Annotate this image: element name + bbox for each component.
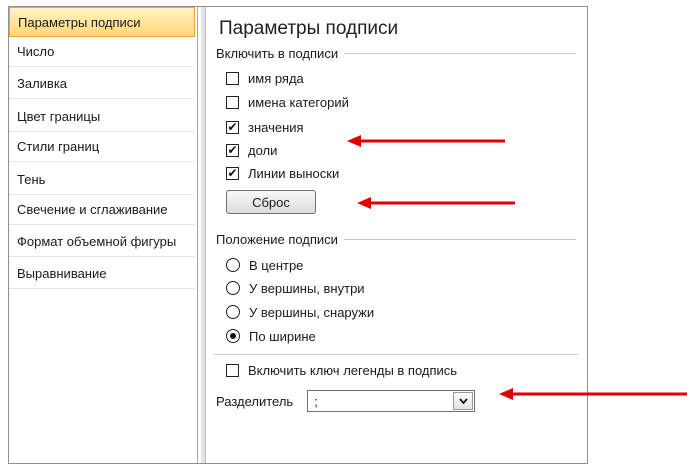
section-divider	[214, 354, 578, 355]
nav-item-shadow[interactable]: Тень	[9, 165, 195, 195]
radio-inside-end[interactable]: У вершины, внутри	[226, 279, 365, 297]
nav-item-3d-format[interactable]: Формат объемной фигуры	[9, 227, 195, 257]
nav-item-label: Выравнивание	[17, 266, 107, 281]
checkbox-legend-key[interactable]: Включить ключ легенды в подпись	[226, 361, 457, 379]
nav-item-number[interactable]: Число	[9, 37, 195, 67]
nav-item-label-options[interactable]: Параметры подписи	[9, 7, 195, 37]
checkbox-label: доли	[248, 142, 278, 158]
nav-item-label: Число	[17, 44, 55, 59]
annotation-arrow-icon	[347, 135, 505, 147]
checkbox-label: имена категорий	[248, 94, 349, 110]
checkbox-series-name[interactable]: имя ряда	[226, 69, 304, 87]
separator-select[interactable]: ;	[307, 390, 476, 412]
separator-label: Разделитель	[216, 393, 294, 409]
annotation-arrow-icon	[499, 388, 687, 400]
checkbox-leader-lines[interactable]: ✔ Линии выноски	[226, 164, 339, 182]
checkbox-label: Линии выноски	[248, 165, 340, 181]
reset-button-label: Сброс	[252, 194, 290, 210]
radio-circle[interactable]	[226, 305, 240, 319]
checkbox-box[interactable]	[226, 363, 239, 377]
nav-item-label: Параметры подписи	[18, 14, 141, 30]
panel-title: Параметры подписи	[219, 18, 399, 39]
radio-label: В центре	[249, 257, 304, 273]
annotation-arrow-icon	[357, 197, 515, 209]
nav-item-alignment[interactable]: Выравнивание	[9, 259, 195, 289]
radio-label: По ширине	[249, 328, 316, 344]
group-divider	[343, 238, 576, 240]
nav-item-label: Стили границ	[17, 139, 100, 154]
separator-value: ;	[314, 393, 318, 409]
radio-outside-end[interactable]: У вершины, снаружи	[226, 303, 374, 321]
checkbox-label: значения	[248, 119, 304, 135]
checkbox-percentage[interactable]: ✔ доли	[226, 141, 277, 159]
checkbox-label: Включить ключ легенды в подпись	[248, 362, 458, 378]
checkbox-box[interactable]: ✔	[226, 120, 239, 134]
checkbox-label: имя ряда	[248, 70, 304, 86]
category-nav: Параметры подписи Число Заливка Цвет гра…	[9, 7, 198, 463]
include-group-label: Включить в подписи	[216, 45, 339, 61]
radio-circle[interactable]	[226, 281, 240, 295]
separator-row: Разделитель ;	[216, 390, 476, 412]
nav-item-border-color[interactable]: Цвет границы	[9, 102, 195, 132]
nav-item-label: Свечение и сглаживание	[17, 202, 168, 217]
radio-circle[interactable]	[226, 258, 240, 272]
radio-label: У вершины, внутри	[249, 280, 365, 296]
nav-item-label: Тень	[17, 172, 46, 187]
radio-best-fit[interactable]: По ширине	[226, 327, 316, 345]
radio-label: У вершины, снаружи	[249, 304, 375, 320]
checkbox-values[interactable]: ✔ значения	[226, 118, 304, 136]
checkbox-box[interactable]	[226, 95, 239, 109]
checkbox-box[interactable]: ✔	[226, 143, 239, 157]
include-group-header: Включить в подписи	[216, 45, 576, 61]
radio-selected-dot	[230, 333, 236, 339]
checkbox-box[interactable]: ✔	[226, 166, 239, 180]
reset-button[interactable]: Сброс	[226, 190, 316, 214]
position-group-label: Положение подписи	[216, 231, 338, 247]
group-divider	[344, 52, 576, 54]
nav-item-border-styles[interactable]: Стили границ	[9, 132, 195, 162]
nav-item-label: Формат объемной фигуры	[17, 234, 177, 249]
checkbox-category-names[interactable]: имена категорий	[226, 93, 349, 111]
chevron-down-icon[interactable]	[453, 392, 474, 410]
nav-item-fill[interactable]: Заливка	[9, 69, 195, 99]
nav-item-glow-soft-edges[interactable]: Свечение и сглаживание	[9, 195, 195, 225]
nav-item-label: Заливка	[17, 76, 68, 91]
nav-item-label: Цвет границы	[17, 109, 101, 124]
radio-center[interactable]: В центре	[226, 256, 303, 274]
position-group-header: Положение подписи	[216, 231, 576, 247]
radio-circle[interactable]	[226, 329, 240, 343]
checkbox-box[interactable]	[226, 71, 239, 85]
